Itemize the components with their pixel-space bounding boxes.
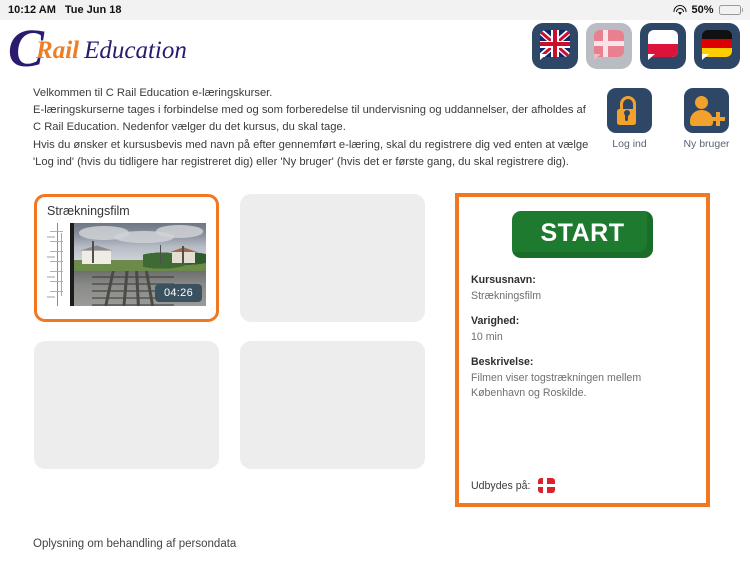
clock-date: Tue Jun 18 [64,4,122,16]
battery-charging-icon [718,5,743,15]
language-button-english[interactable] [532,23,578,69]
intro-text-block: Velkommen til C Rail Education e-lærings… [33,85,593,171]
poland-flag-icon [648,30,678,57]
germany-flag-icon [702,30,732,57]
detail-label-description: Beskrivelse: [471,356,534,368]
detail-field-description: Beskrivelse: Filmen viser togstrækningen… [471,356,694,401]
language-switcher [532,23,740,69]
language-button-german[interactable] [694,23,740,69]
denmark-flag-icon [594,30,624,57]
language-button-polish[interactable] [640,23,686,69]
denmark-flag-icon [538,478,556,493]
login-button[interactable]: Log ind [602,88,657,150]
padlock-open-icon [607,88,652,133]
status-bar-right: 50% [673,4,743,16]
video-duration-badge: 04:26 [154,284,202,302]
bubble-tail [540,54,547,60]
course-card-straekningsfilm[interactable]: Strækningsfilm 04:26 [34,194,219,322]
page-header: C Rail Education [0,20,750,78]
brand-logo: C Rail Education [8,18,187,75]
course-grid: Strækningsfilm 04:26 [34,194,434,469]
logo-word-rail: Rail [36,36,80,64]
course-card-empty-3[interactable] [34,341,219,469]
logo-word-education: Education [84,36,187,64]
course-card-title: Strækningsfilm [47,204,130,218]
detail-value-description: Filmen viser togstrækningen mellem Køben… [471,372,642,399]
bubble-tail [702,54,709,60]
new-user-button-label: Ny bruger [683,138,730,150]
wifi-icon [673,5,687,15]
detail-value-duration: 10 min [471,331,503,343]
privacy-policy-link[interactable]: Oplysning om behandling af persondata [33,538,236,550]
detail-label-coursename: Kursusnavn: [471,274,536,286]
intro-line-3: Hvis du ønsker et kursusbevis med navn p… [33,138,589,168]
railway-track-video-thumbnail: 04:26 [46,223,206,306]
new-user-button[interactable]: Ny bruger [679,88,734,150]
user-plus-icon [684,88,729,133]
account-actions: Log ind Ny bruger [602,88,734,150]
login-button-label: Log ind [612,138,647,150]
detail-label-duration: Varighed: [471,315,520,327]
status-bar-left: 10:12 AM Tue Jun 18 [8,4,122,16]
battery-percent-label: 50% [691,4,714,16]
route-schematic-strip [46,223,70,306]
course-card-empty-2[interactable] [240,194,426,322]
start-button-wrapper: START [471,208,694,274]
detail-field-coursename: Kursusnavn: Strækningsfilm [471,274,694,304]
offered-in-language: Udbydes på: [471,478,556,493]
bubble-tail [594,54,601,60]
detail-value-coursename: Strækningsfilm [471,290,542,302]
course-card-empty-4[interactable] [240,341,426,469]
start-button[interactable]: START [511,211,654,258]
intro-line-1: Velkommen til C Rail Education e-lærings… [33,87,273,99]
clock-time: 10:12 AM [8,4,56,16]
offered-label: Udbydes på: [471,479,531,492]
track-photo: 04:26 [74,223,206,306]
ios-status-bar: 10:12 AM Tue Jun 18 50% [0,0,750,20]
bubble-tail [648,54,655,60]
intro-line-2: E-læringskurserne tages i forbindelse me… [33,104,586,134]
detail-field-duration: Varighed: 10 min [471,315,694,345]
course-detail-panel: START Kursusnavn: Strækningsfilm Varighe… [455,193,710,507]
language-button-danish[interactable] [586,23,632,69]
uk-flag-icon [540,30,570,57]
